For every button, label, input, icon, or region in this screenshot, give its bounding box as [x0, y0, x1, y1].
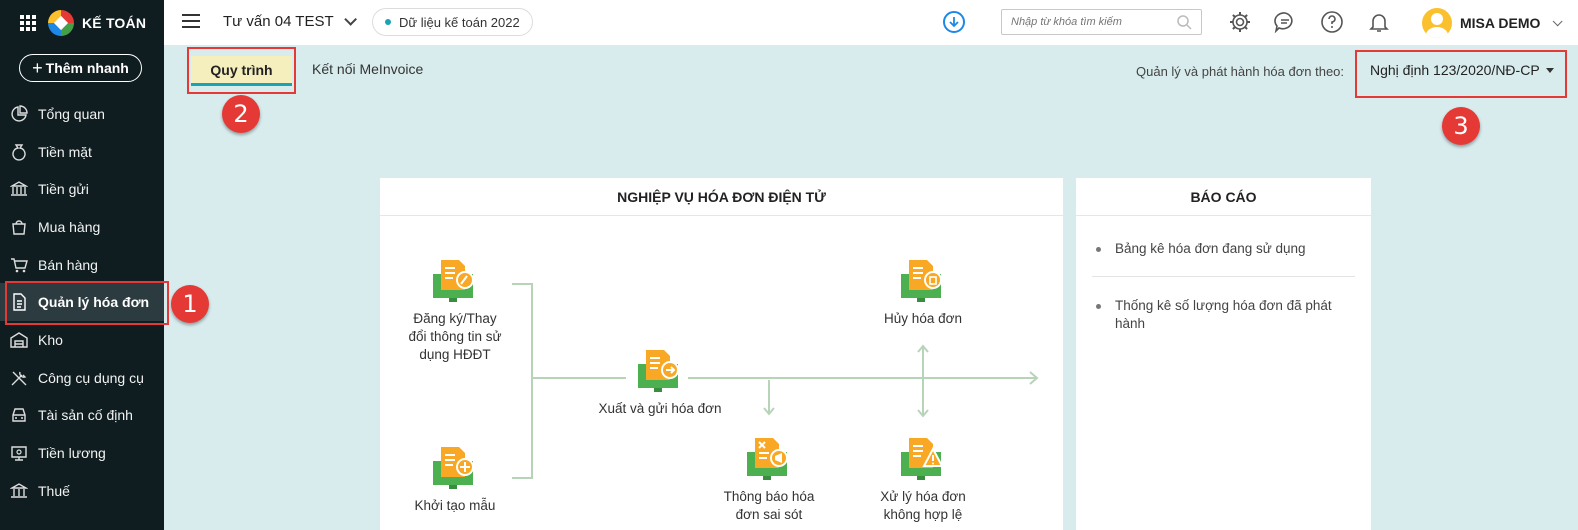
- sidebar-item-label: Thuế: [38, 482, 70, 499]
- sidebar-item-thue[interactable]: Thuế: [0, 472, 164, 510]
- payroll-icon: [10, 444, 28, 462]
- node-label: đổi thông tin sử: [408, 329, 502, 344]
- dataset-name: Dữ liệu kế toán 2022: [399, 14, 520, 30]
- misa-logo: [48, 10, 74, 36]
- dataset-selector[interactable]: Dữ liệu kế toán 2022: [372, 8, 533, 36]
- invoice-process-panel: NGHIỆP VỤ HÓA ĐƠN ĐIỆN TỬ Đăng ký/Thay đ…: [380, 178, 1063, 530]
- sidebar-item-label: Tài sản cố định: [38, 407, 133, 424]
- cart-icon: [10, 256, 28, 274]
- chevron-down-icon: [343, 13, 357, 26]
- sidebar: KẾ TOÁN + Thêm nhanh Tổng quan Tiền mặt …: [0, 0, 164, 530]
- company-selector[interactable]: Tư vấn 04 TEST: [223, 13, 357, 30]
- tax-icon: [10, 482, 28, 500]
- node-label: Xử lý hóa đơn: [880, 489, 966, 504]
- sidebar-item-ban-hang[interactable]: Bán hàng: [0, 246, 164, 284]
- invoice-send-icon: [636, 346, 684, 394]
- user-name: MISA DEMO: [1460, 15, 1541, 31]
- bullet-icon: [1096, 247, 1101, 252]
- report-panel: BÁO CÁO Bảng kê hóa đơn đang sử dụng Thố…: [1076, 178, 1371, 530]
- search-input[interactable]: [1011, 16, 1171, 28]
- sidebar-item-kho[interactable]: Kho: [0, 321, 164, 359]
- sidebar-header: KẾ TOÁN: [0, 0, 164, 46]
- highlight-box-3: [1355, 50, 1567, 98]
- node-template[interactable]: Khởi tạo mẫu: [390, 443, 520, 515]
- user-menu[interactable]: MISA DEMO: [1422, 8, 1563, 38]
- report-link-invoice-usage[interactable]: Bảng kê hóa đơn đang sử dụng: [1092, 216, 1355, 277]
- sidebar-item-tong-quan[interactable]: Tổng quan: [0, 95, 164, 133]
- node-label: Xuất và gửi hóa đơn: [598, 401, 722, 416]
- node-cancel[interactable]: Hủy hóa đơn: [863, 256, 983, 328]
- avatar: [1422, 8, 1452, 38]
- menu-icon[interactable]: [182, 14, 200, 28]
- status-dot: [385, 19, 391, 25]
- sidebar-item-label: Mua hàng: [38, 218, 101, 235]
- node-notify[interactable]: Thông báo hóa đơn sai sót: [709, 434, 829, 524]
- bell-icon[interactable]: [1367, 10, 1391, 34]
- node-label: Đăng ký/Thay: [413, 311, 497, 326]
- bullet-icon: [1096, 304, 1101, 309]
- plus-icon: +: [32, 57, 43, 78]
- chart-pie-icon: [10, 105, 28, 123]
- node-handle-invalid[interactable]: Xử lý hóa đơn không hợp lệ: [863, 434, 983, 524]
- sidebar-item-label: Tổng quan: [38, 105, 105, 122]
- warehouse-icon: [10, 331, 28, 349]
- sidebar-item-label: Tiền lương: [38, 445, 106, 462]
- callout-3: 3: [1442, 107, 1480, 145]
- company-name: Tư vấn 04 TEST: [223, 13, 334, 30]
- bank-icon: [10, 180, 28, 198]
- sidebar-item-tien-gui[interactable]: Tiền gửi: [0, 170, 164, 208]
- invoice-edit-icon: [431, 256, 479, 304]
- callout-2: 2: [222, 95, 260, 133]
- node-label: Khởi tạo mẫu: [414, 498, 496, 513]
- download-icon[interactable]: [943, 11, 965, 33]
- chat-icon[interactable]: [1273, 10, 1297, 34]
- sidebar-item-cong-cu-dung-cu[interactable]: Công cụ dụng cụ: [0, 359, 164, 397]
- gear-icon[interactable]: [1228, 10, 1252, 34]
- quick-add-button[interactable]: + Thêm nhanh: [19, 54, 142, 82]
- node-label: dụng HĐĐT: [419, 347, 491, 362]
- invoice-warning-icon: [899, 434, 947, 482]
- sidebar-item-mua-hang[interactable]: Mua hàng: [0, 208, 164, 246]
- tools-icon: [10, 369, 28, 387]
- app-grid-icon[interactable]: [20, 15, 36, 31]
- tab-ket-noi-meinvoice[interactable]: Kết nối MeInvoice: [312, 61, 423, 77]
- panel-title: BÁO CÁO: [1076, 178, 1371, 216]
- sidebar-item-label: Kho: [38, 331, 63, 348]
- car-icon: [10, 406, 28, 424]
- sidebar-item-label: Bán hàng: [38, 256, 98, 273]
- highlight-box-1: [5, 281, 169, 325]
- sidebar-item-label: Tiền gửi: [38, 181, 89, 198]
- node-label: Hủy hóa đơn: [884, 311, 962, 326]
- invoice-delete-icon: [899, 256, 947, 304]
- shopping-bag-icon: [10, 218, 28, 236]
- sidebar-item-tien-luong[interactable]: Tiền lương: [0, 434, 164, 472]
- sidebar-item-tien-mat[interactable]: Tiền mặt: [0, 133, 164, 171]
- report-link-label: Thống kê số lượng hóa đơn đã phát hành: [1115, 298, 1332, 331]
- regulation-label: Quản lý và phát hành hóa đơn theo:: [1136, 64, 1345, 79]
- money-bag-icon: [10, 143, 28, 161]
- node-label: Thông báo hóa: [723, 489, 815, 504]
- search-icon[interactable]: [1177, 15, 1192, 33]
- sidebar-item-label: Tiền mặt: [38, 143, 92, 160]
- report-link-label: Bảng kê hóa đơn đang sử dụng: [1115, 241, 1306, 256]
- chevron-down-icon: [1553, 15, 1563, 26]
- sidebar-item-label: Công cụ dụng cụ: [38, 369, 144, 386]
- report-link-issued-count[interactable]: Thống kê số lượng hóa đơn đã phát hành: [1092, 277, 1355, 351]
- node-label: không hợp lệ: [883, 507, 963, 522]
- top-header: Tư vấn 04 TEST Dữ liệu kế toán 2022 MISA…: [164, 0, 1578, 46]
- quick-add-label: Thêm nhanh: [45, 60, 129, 76]
- search-box: [1001, 9, 1202, 35]
- node-register[interactable]: Đăng ký/Thay đổi thông tin sử dụng HĐĐT: [390, 256, 520, 364]
- node-issue[interactable]: Xuất và gửi hóa đơn: [590, 346, 730, 418]
- node-label: đơn sai sót: [735, 507, 803, 522]
- invoice-error-notify-icon: [745, 434, 793, 482]
- brand-name: KẾ TOÁN: [82, 15, 147, 31]
- highlight-box-2: [187, 47, 296, 94]
- report-list: Bảng kê hóa đơn đang sử dụng Thống kê số…: [1076, 216, 1371, 351]
- callout-1: 1: [171, 285, 209, 323]
- help-icon[interactable]: [1320, 10, 1344, 34]
- sidebar-item-tai-san-co-dinh[interactable]: Tài sản cố định: [0, 397, 164, 435]
- invoice-add-icon: [431, 443, 479, 491]
